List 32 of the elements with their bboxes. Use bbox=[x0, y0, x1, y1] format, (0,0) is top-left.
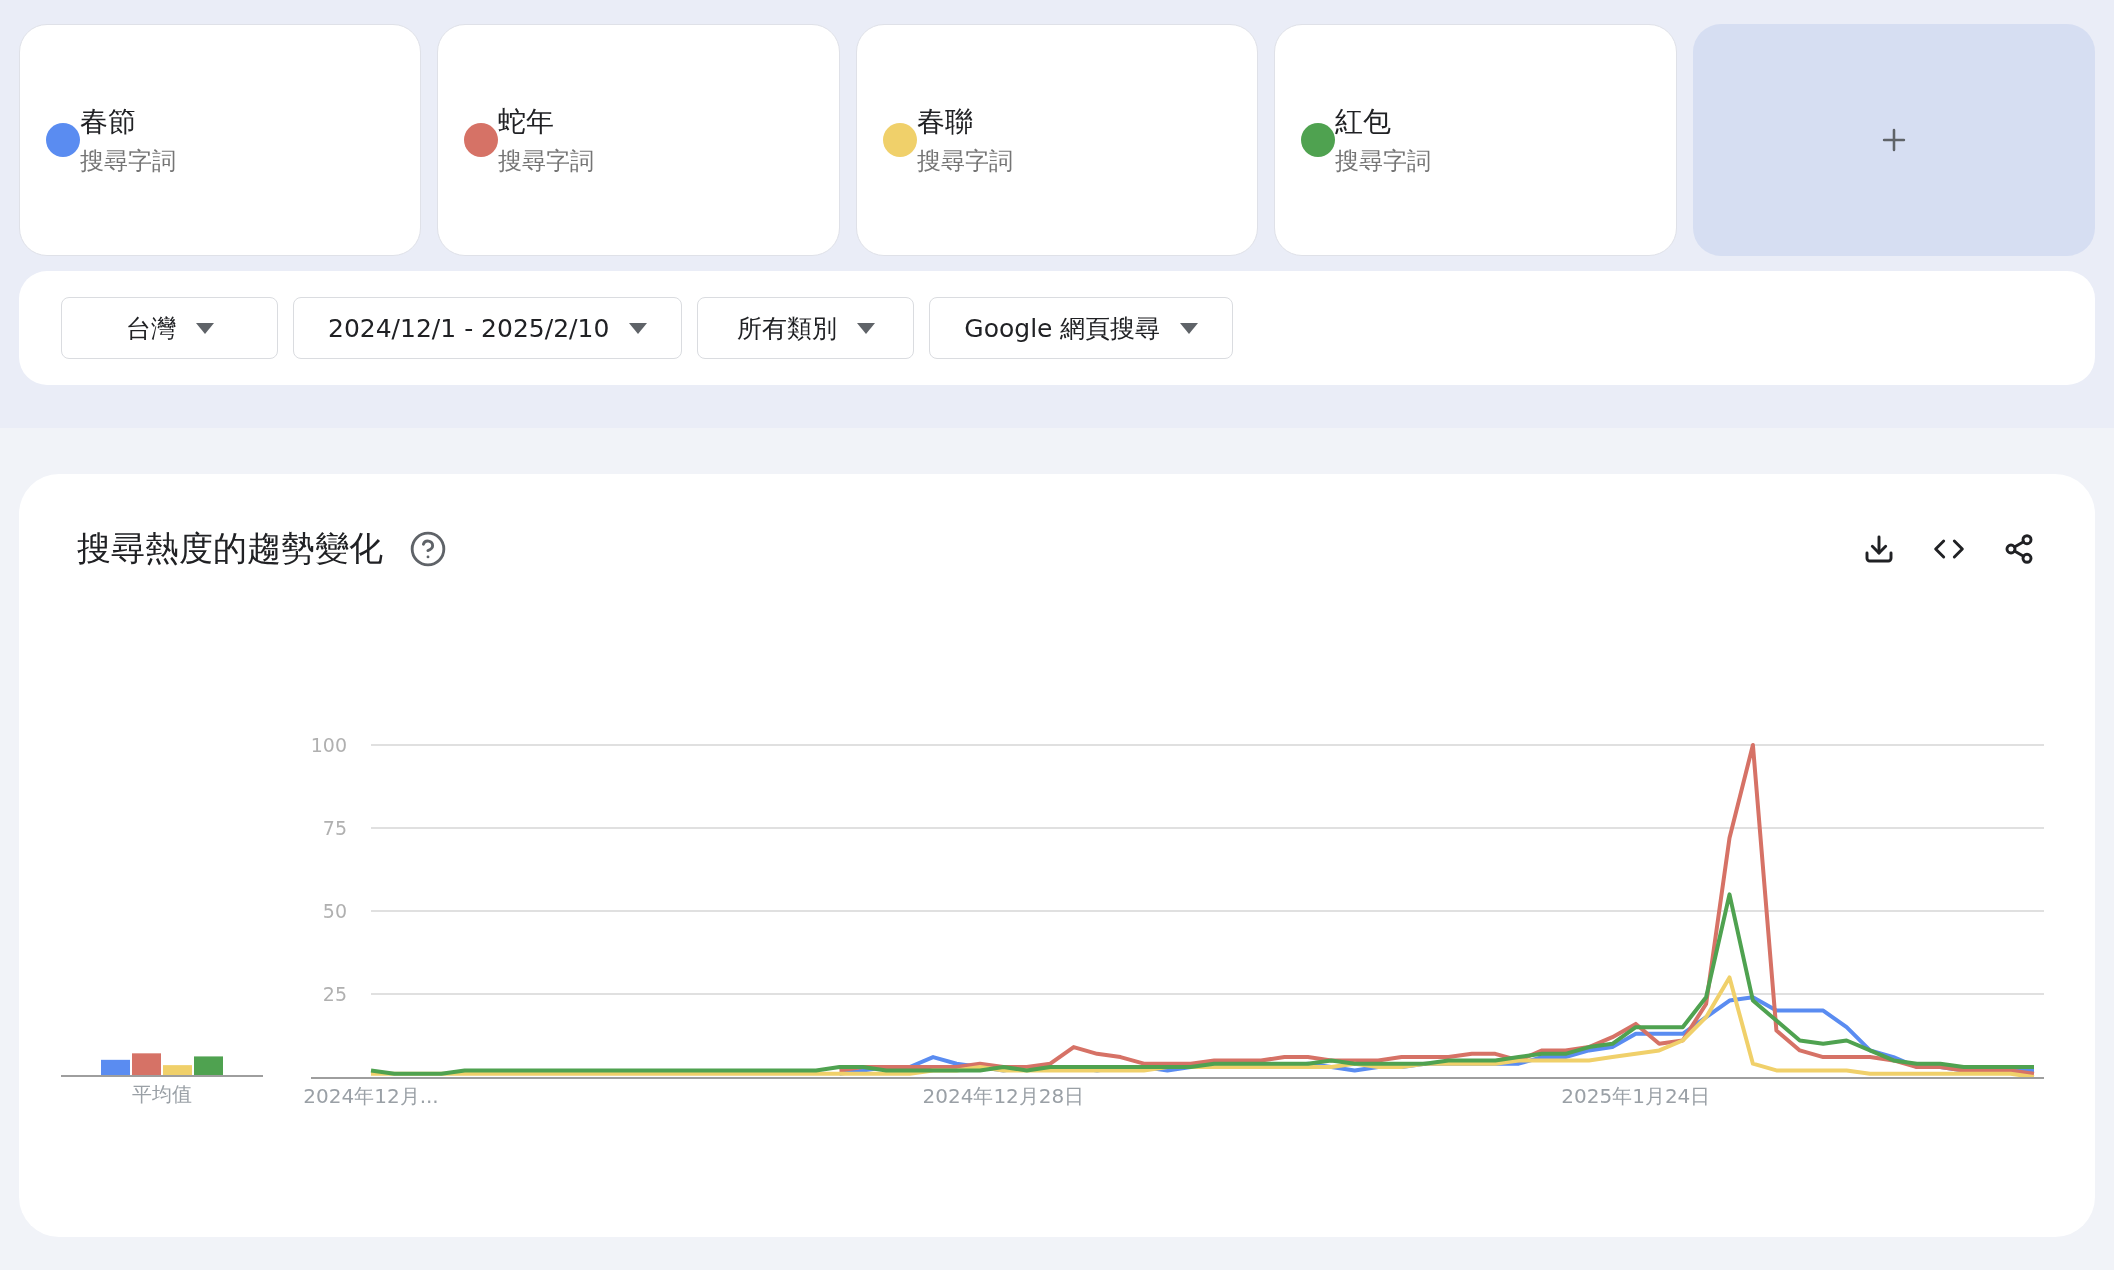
search-term-card[interactable]: 春聯 搜尋字詞 bbox=[855, 24, 1259, 256]
chart-title: 搜尋熱度的趨勢變化 bbox=[77, 527, 383, 570]
average-label: 平均值 bbox=[132, 1081, 192, 1108]
term-name: 春節 bbox=[80, 104, 137, 140]
term-name: 蛇年 bbox=[498, 104, 556, 140]
caret-icon bbox=[1180, 322, 1199, 334]
term-name: 春聯 bbox=[916, 104, 974, 140]
filter-dropdown[interactable]: 台灣 bbox=[61, 297, 278, 359]
help-icon[interactable] bbox=[409, 530, 447, 568]
term-name: 紅包 bbox=[1335, 104, 1393, 140]
caret-icon bbox=[195, 322, 214, 334]
x-tick-label: 2024年12月... bbox=[303, 1084, 439, 1108]
filter-dropdown[interactable]: 2024/12/1 - 2025/2/10 bbox=[293, 297, 683, 359]
y-tick-label: 25 bbox=[322, 983, 347, 1005]
y-tick-label: 100 bbox=[310, 734, 347, 756]
search-term-card[interactable]: 紅包 搜尋字詞 bbox=[1274, 24, 1677, 256]
filter-dropdown[interactable]: 所有類別 bbox=[697, 297, 915, 359]
term-type: 搜尋字詞 bbox=[916, 146, 1013, 177]
download-button[interactable] bbox=[1863, 533, 1895, 565]
x-tick-label: 2024年12月28日 bbox=[922, 1084, 1085, 1108]
term-type: 搜尋字詞 bbox=[1335, 146, 1432, 177]
search-term-card[interactable]: 蛇年 搜尋字詞 bbox=[437, 24, 840, 256]
filter-dropdown[interactable]: Google 網頁搜尋 bbox=[929, 297, 1234, 359]
term-type: 搜尋字詞 bbox=[80, 146, 176, 177]
share-button[interactable] bbox=[2003, 533, 2035, 565]
y-tick-label: 50 bbox=[322, 900, 347, 922]
search-term-card[interactable]: 春節 搜尋字詞 bbox=[19, 24, 422, 256]
term-type: 搜尋字詞 bbox=[498, 146, 595, 177]
caret-icon bbox=[629, 322, 648, 334]
caret-icon bbox=[856, 322, 875, 334]
x-tick-label: 2025年1月24日 bbox=[1561, 1084, 1711, 1108]
y-tick-label: 75 bbox=[322, 817, 347, 839]
